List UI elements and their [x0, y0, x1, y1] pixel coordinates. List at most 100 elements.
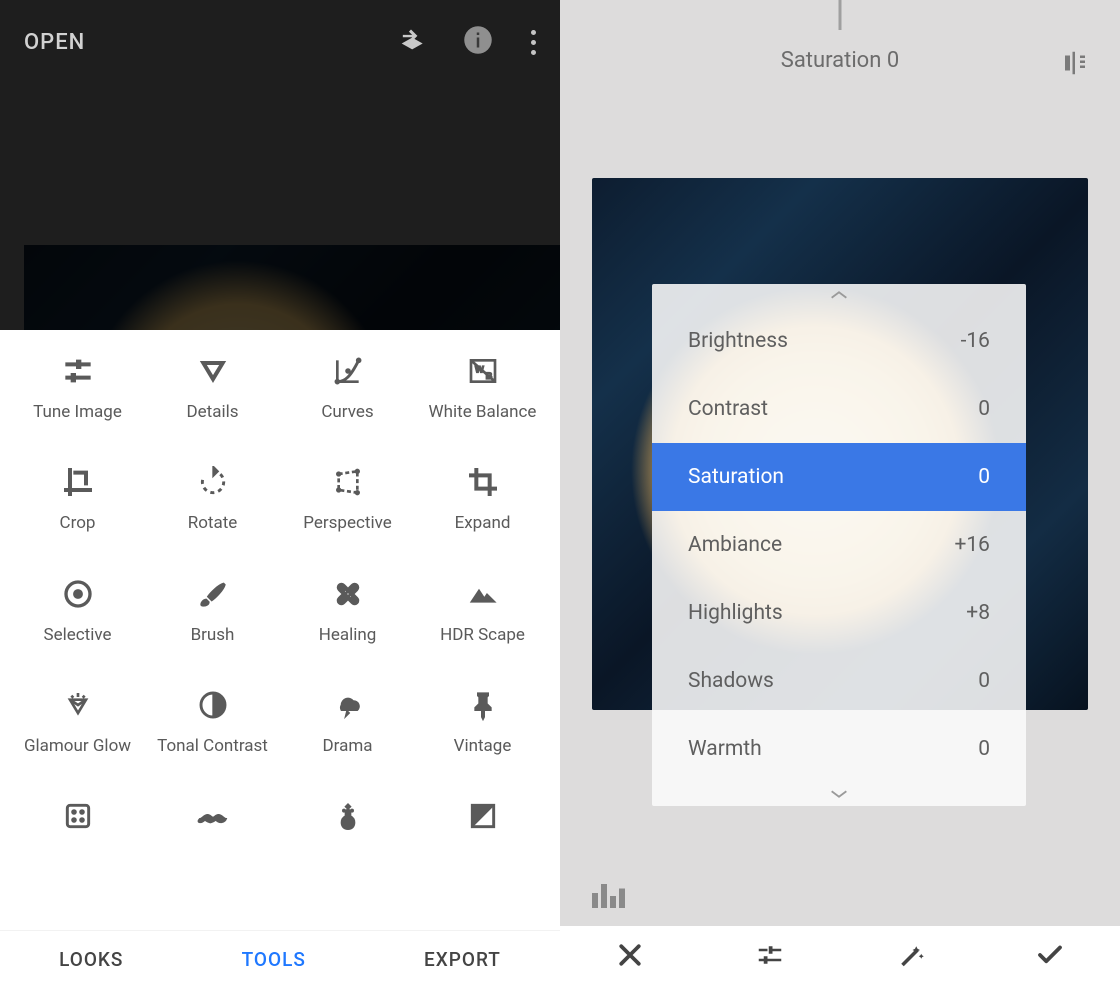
compare-icon[interactable] — [1060, 48, 1090, 82]
tool-expand[interactable]: Expand — [415, 465, 550, 534]
param-value: 0 — [978, 737, 990, 761]
triangle-down-icon — [196, 354, 230, 388]
pushpin-icon — [466, 688, 500, 722]
chevron-down-icon — [652, 783, 1026, 806]
apply-button[interactable] — [1035, 940, 1065, 974]
guitar-icon — [331, 799, 365, 833]
param-value: 0 — [978, 669, 990, 693]
tool-white-balance[interactable]: WB White Balance — [415, 354, 550, 423]
cancel-button[interactable] — [615, 940, 645, 974]
left-pane: OPEN — [0, 0, 560, 988]
tool-vintage[interactable]: Vintage — [415, 688, 550, 757]
bandage-icon — [331, 577, 365, 611]
tool-hdr-scape[interactable]: HDR Scape — [415, 577, 550, 646]
perspective-icon — [331, 465, 365, 499]
tab-export[interactable]: EXPORT — [424, 948, 501, 971]
tool-tune-image[interactable]: Tune Image — [10, 354, 145, 423]
param-value: +8 — [966, 601, 990, 625]
tool-label: Rotate — [188, 513, 238, 534]
slider-position-tick — [839, 0, 842, 30]
param-row-highlights[interactable]: Highlights +8 — [652, 579, 1026, 647]
tool-retrolux[interactable] — [145, 799, 280, 847]
tool-label: Vintage — [454, 736, 512, 757]
svg-text:B: B — [485, 371, 492, 381]
curves-icon — [331, 354, 365, 388]
param-row-ambiance[interactable]: Ambiance +16 — [652, 511, 1026, 579]
tool-glamour-glow[interactable]: Glamour Glow — [10, 688, 145, 757]
diamond-shine-icon — [61, 688, 95, 722]
tab-tools[interactable]: TOOLS — [242, 948, 306, 971]
tool-label: Crop — [60, 513, 96, 534]
param-row-brightness[interactable]: Brightness -16 — [652, 307, 1026, 375]
header-actions — [397, 25, 536, 59]
tool-label: HDR Scape — [440, 625, 525, 646]
param-name: Ambiance — [688, 533, 782, 557]
tool-grunge[interactable] — [280, 799, 415, 847]
right-header: Saturation 0 — [560, 0, 1120, 120]
tool-label: Perspective — [303, 513, 391, 534]
brush-icon — [196, 577, 230, 611]
expand-icon — [466, 465, 500, 499]
tool-crop[interactable]: Crop — [10, 465, 145, 534]
mustache-icon — [196, 799, 230, 833]
tool-brush[interactable]: Brush — [145, 577, 280, 646]
tool-tonal-contrast[interactable]: Tonal Contrast — [145, 688, 280, 757]
tool-label: Tune Image — [33, 402, 122, 423]
tool-label: Tonal Contrast — [157, 736, 268, 757]
tool-label: Glamour Glow — [24, 736, 131, 757]
undo-stack-icon[interactable] — [397, 26, 425, 58]
mountains-icon — [466, 577, 500, 611]
param-name: Highlights — [688, 601, 783, 625]
tool-label: Drama — [323, 736, 373, 757]
crop-icon — [61, 465, 95, 499]
tool-details[interactable]: Details — [145, 354, 280, 423]
tool-rotate[interactable]: Rotate — [145, 465, 280, 534]
tool-curves[interactable]: Curves — [280, 354, 415, 423]
tool-label: Healing — [319, 625, 377, 646]
svg-text:W: W — [475, 364, 484, 374]
half-circle-icon — [196, 688, 230, 722]
param-row-warmth[interactable]: Warmth 0 — [652, 715, 1026, 783]
param-row-saturation[interactable]: Saturation 0 — [652, 443, 1026, 511]
tab-looks[interactable]: LOOKS — [59, 948, 123, 971]
auto-button[interactable] — [895, 940, 925, 974]
tool-label: Selective — [44, 625, 112, 646]
open-button[interactable]: OPEN — [24, 30, 85, 55]
target-dot-icon — [61, 577, 95, 611]
tool-label: Expand — [455, 513, 511, 534]
param-name: Brightness — [688, 329, 788, 353]
left-upper-area: OPEN — [0, 0, 560, 330]
info-icon[interactable] — [463, 25, 493, 59]
tool-black-white[interactable] — [415, 799, 550, 847]
tool-selective[interactable]: Selective — [10, 577, 145, 646]
tool-label: Details — [186, 402, 238, 423]
tool-grainy-film[interactable] — [10, 799, 145, 847]
param-name: Contrast — [688, 397, 768, 421]
tools-sheet: Tune Image Details Curves WB — [0, 330, 560, 930]
parameter-list[interactable]: Brightness -16 Contrast 0 Saturation 0 A… — [652, 284, 1026, 806]
param-name: Shadows — [688, 669, 774, 693]
param-value: 0 — [978, 465, 990, 489]
tool-healing[interactable]: Healing — [280, 577, 415, 646]
tool-label: White Balance — [429, 402, 537, 423]
param-name: Saturation — [688, 465, 784, 489]
right-bottom-bar — [560, 926, 1120, 988]
param-value: -16 — [961, 329, 990, 353]
param-row-contrast[interactable]: Contrast 0 — [652, 375, 1026, 443]
overflow-menu-icon[interactable] — [531, 30, 536, 55]
param-row-shadows[interactable]: Shadows 0 — [652, 647, 1026, 715]
adjust-button[interactable] — [755, 940, 785, 974]
bw-square-icon — [466, 799, 500, 833]
histogram-icon[interactable] — [592, 884, 628, 912]
tool-perspective[interactable]: Perspective — [280, 465, 415, 534]
param-name: Warmth — [688, 737, 762, 761]
left-header: OPEN — [0, 0, 560, 84]
right-pane: Saturation 0 Brightness -16 Contrast 0 S… — [560, 0, 1120, 988]
chevron-up-icon — [652, 284, 1026, 307]
tools-grid: Tune Image Details Curves WB — [10, 354, 550, 847]
rotate-icon — [196, 465, 230, 499]
tool-drama[interactable]: Drama — [280, 688, 415, 757]
cloud-bolt-icon — [331, 688, 365, 722]
param-value: +16 — [954, 533, 990, 557]
param-value: 0 — [978, 397, 990, 421]
